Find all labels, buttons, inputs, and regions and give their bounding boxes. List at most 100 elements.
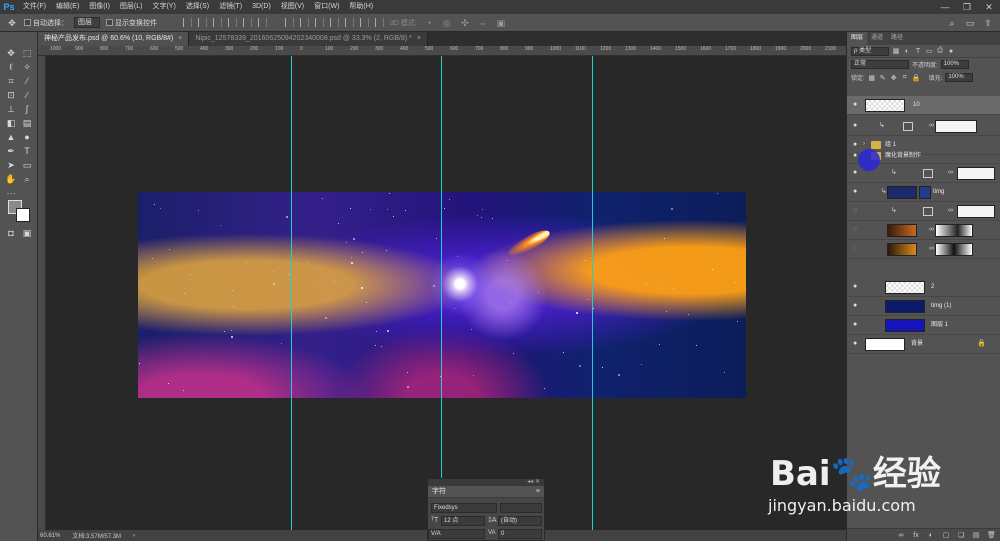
font-family-select[interactable]: Fixedsys xyxy=(431,503,497,513)
auto-select-dropdown[interactable]: 图层 xyxy=(74,17,100,28)
layer-row[interactable]: ● 10 xyxy=(847,96,1000,115)
brush-icon[interactable]: ∕ xyxy=(20,90,34,101)
new-group-icon[interactable]: ❏ xyxy=(957,531,965,539)
lasso-icon[interactable]: ℓ xyxy=(4,62,18,73)
tracking-field[interactable]: 0 xyxy=(498,529,542,539)
crop-icon[interactable]: ⌗ xyxy=(4,76,18,87)
pan-3d-icon[interactable]: ✣ xyxy=(459,18,471,28)
stamp-icon[interactable]: ⊥ xyxy=(4,104,18,115)
guide-line[interactable] xyxy=(441,56,442,530)
canvas-area[interactable] xyxy=(46,56,846,530)
blur-icon[interactable]: ▲ xyxy=(4,132,18,143)
align-middle-icon[interactable] xyxy=(198,18,207,27)
path-select-icon[interactable]: ➤ xyxy=(4,160,18,171)
layer-name[interactable]: 2 xyxy=(931,278,934,297)
add-mask-icon[interactable]: ▢ xyxy=(942,531,950,539)
visibility-eye-icon[interactable]: ● xyxy=(853,188,861,196)
patch-icon[interactable]: ⊡ xyxy=(4,90,18,101)
rotate-3d-icon[interactable]: ◔ xyxy=(423,18,435,28)
close-tab-icon[interactable]: × xyxy=(178,35,182,42)
visibility-eye-icon[interactable]: ○ xyxy=(853,226,861,234)
align-top-icon[interactable] xyxy=(183,18,192,27)
panel-menu-icon[interactable]: ≡ xyxy=(536,488,540,495)
visibility-eye-icon[interactable]: ○ xyxy=(853,207,861,215)
layer-row[interactable]: ● timg (1) xyxy=(847,297,1000,316)
fill-field[interactable]: 100% xyxy=(945,73,974,82)
show-transform-checkbox[interactable]: 显示变换控件 xyxy=(106,18,157,28)
layer-row[interactable]: ● ↳ timg xyxy=(847,183,1000,202)
visibility-eye-icon[interactable]: ● xyxy=(853,283,861,291)
link-icon[interactable]: ∞ xyxy=(929,122,934,129)
scale-3d-icon[interactable]: ▣ xyxy=(495,18,507,28)
align-bottom-icon[interactable] xyxy=(213,18,222,27)
link-icon[interactable]: ∞ xyxy=(948,169,953,176)
background-color-swatch[interactable] xyxy=(16,208,30,222)
menu-layer[interactable]: 图层(L) xyxy=(115,0,148,14)
layer-name[interactable]: 图层 1 xyxy=(931,316,948,335)
align-left-icon[interactable] xyxy=(228,18,237,27)
layer-name[interactable]: timg (1) xyxy=(931,297,951,316)
lock-pixels-icon[interactable]: ✎ xyxy=(879,74,887,82)
filter-smart-icon[interactable]: ⎙ xyxy=(936,47,944,55)
link-icon[interactable]: ∞ xyxy=(929,226,934,233)
status-arrow[interactable]: › xyxy=(133,533,135,539)
tab-paths[interactable]: 路径 xyxy=(887,32,907,45)
move-icon[interactable]: ✥ xyxy=(4,48,18,59)
kerning-field[interactable]: V/A xyxy=(428,529,485,539)
layer-row[interactable]: ○ ∞ xyxy=(847,240,1000,259)
slide-3d-icon[interactable]: ⇔ xyxy=(477,18,489,28)
marquee-icon[interactable]: ⬚ xyxy=(20,48,34,59)
adjustment-icon[interactable]: ◐ xyxy=(927,532,935,539)
menu-edit[interactable]: 编辑(E) xyxy=(51,0,84,14)
distribute-bottom-icon[interactable] xyxy=(315,18,324,27)
move-tool-icon[interactable]: ✥ xyxy=(6,18,18,28)
visibility-eye-icon[interactable]: ● xyxy=(853,122,861,130)
menu-type[interactable]: 文字(Y) xyxy=(147,0,180,14)
lock-transparent-icon[interactable]: ▦ xyxy=(868,74,876,82)
menu-file[interactable]: 文件(F) xyxy=(18,0,51,14)
visibility-eye-icon[interactable]: ● xyxy=(853,340,861,348)
tab-character[interactable]: 字符 xyxy=(428,486,544,498)
tab-document-2[interactable]: Nipic_12578339_20160625094202340008.psd … xyxy=(189,32,428,46)
hand-icon[interactable]: ✋ xyxy=(4,174,18,185)
link-layers-icon[interactable]: ∞ xyxy=(897,532,905,539)
link-icon[interactable]: ∞ xyxy=(929,245,934,252)
align-right-icon[interactable] xyxy=(258,18,267,27)
layer-row[interactable]: ○ ↳ ∞ xyxy=(847,202,1000,221)
visibility-eye-icon[interactable]: ● xyxy=(853,321,861,329)
dodge-icon[interactable]: ● xyxy=(20,132,34,143)
zoom-level[interactable]: 60.61% xyxy=(40,533,60,539)
rectangle-icon[interactable]: ▭ xyxy=(20,160,34,171)
history-brush-icon[interactable]: ∫ xyxy=(20,104,34,115)
distribute-middle-icon[interactable] xyxy=(300,18,309,27)
auto-select-checkbox[interactable]: 自动选择： xyxy=(24,18,68,28)
menu-select[interactable]: 选择(S) xyxy=(181,0,214,14)
filter-type-icon[interactable]: T xyxy=(914,48,922,55)
align-center-icon[interactable] xyxy=(243,18,252,27)
font-size-field[interactable]: 12 点 xyxy=(441,516,485,526)
tab-document-1[interactable]: 神秘产品发布.psd @ 60.6% (10, RGB/8#) × xyxy=(38,32,190,46)
tab-layers[interactable]: 图层 xyxy=(847,32,868,45)
space-nebula-artwork[interactable] xyxy=(138,192,746,398)
menu-3d[interactable]: 3D(D) xyxy=(247,0,276,14)
visibility-eye-icon[interactable]: ● xyxy=(853,141,861,149)
zoom-icon[interactable]: ⌕ xyxy=(20,174,34,185)
screen-mode-icon[interactable]: ▣ xyxy=(20,228,34,239)
menu-window[interactable]: 窗口(W) xyxy=(309,0,344,14)
layer-row[interactable]: ● ↳ ∞ xyxy=(847,117,1000,136)
layer-row[interactable]: ○ ∞ xyxy=(847,221,1000,240)
layer-row[interactable]: ● 2 xyxy=(847,278,1000,297)
filter-pixel-icon[interactable]: ▦ xyxy=(892,47,900,55)
fx-icon[interactable]: fx xyxy=(912,532,920,539)
lock-position-icon[interactable]: ✥ xyxy=(890,74,898,82)
layer-name[interactable]: 背景 xyxy=(911,335,923,354)
more-tools-icon[interactable]: ··· xyxy=(4,188,18,199)
menu-view[interactable]: 视图(V) xyxy=(276,0,309,14)
layer-name[interactable]: 魔化背景制作 xyxy=(885,149,921,164)
layer-filter-select[interactable]: ρ 类型 xyxy=(851,46,889,56)
auto-align-icon[interactable] xyxy=(375,18,384,27)
visibility-eye-icon[interactable]: ● xyxy=(853,302,861,310)
lock-artboard-icon[interactable]: ⌗ xyxy=(901,74,909,82)
layer-name[interactable]: timg xyxy=(933,183,944,202)
tab-channels[interactable]: 通道 xyxy=(867,32,887,45)
